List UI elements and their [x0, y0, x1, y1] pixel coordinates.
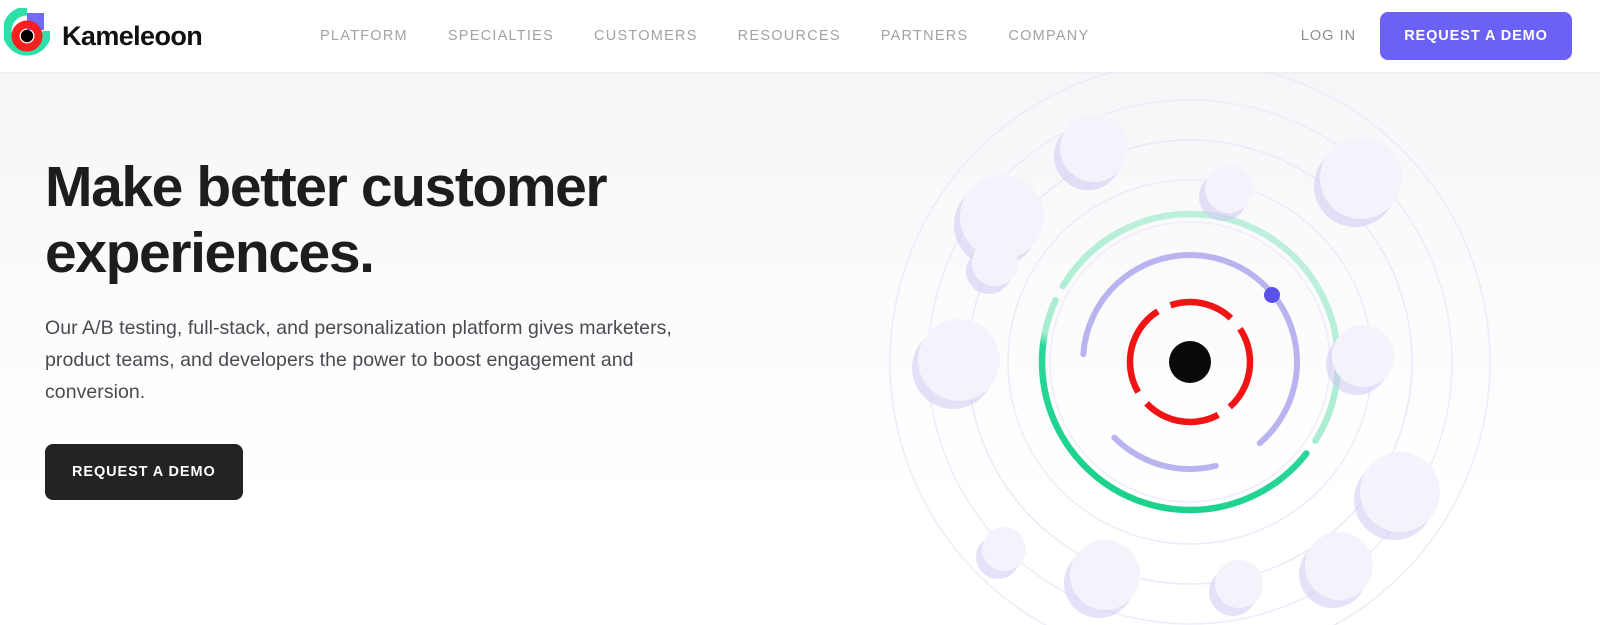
header-actions: LOG IN REQUEST A DEMO EN — [1301, 0, 1600, 72]
avatar-customer-12 — [1305, 532, 1373, 600]
avatar-face-icon — [918, 319, 1000, 401]
accent-dot — [1264, 287, 1280, 303]
hero-subtitle: Our A/B testing, full-stack, and persona… — [45, 317, 672, 403]
nav-item-partners[interactable]: PARTNERS — [861, 0, 989, 72]
avatar-customer-8 — [1360, 452, 1440, 532]
avatar-face-icon — [1305, 532, 1373, 600]
avatar-customer-5 — [972, 240, 1018, 286]
avatar-face-icon — [972, 240, 1018, 286]
avatar-customer-10 — [1070, 540, 1140, 610]
center-dot — [1169, 341, 1211, 383]
kameleoon-target-logo-icon — [4, 8, 50, 56]
avatar-customer-1 — [1060, 114, 1128, 182]
request-demo-button-hero[interactable]: REQUEST A DEMO — [45, 444, 243, 500]
avatar-customer-7 — [918, 319, 1000, 401]
avatar-customer-11 — [1215, 560, 1263, 608]
avatar-face-icon — [1205, 165, 1253, 213]
brand-logo-link[interactable]: Kameleoon — [4, 8, 203, 64]
nav-item-company[interactable]: COMPANY — [988, 0, 1109, 72]
avatar-face-icon — [1360, 452, 1440, 532]
brand-name: Kameleoon — [62, 20, 203, 51]
nav-item-customers[interactable]: CUSTOMERS — [574, 0, 718, 72]
avatar-face-icon — [1060, 114, 1128, 182]
request-demo-button-header[interactable]: REQUEST A DEMO — [1380, 12, 1572, 60]
avatar-face-icon — [1215, 560, 1263, 608]
avatar-face-icon — [1332, 325, 1394, 387]
avatar-face-icon — [1320, 137, 1402, 219]
hero-copy: Make better customer experiences. Our A/… — [45, 154, 745, 500]
login-link[interactable]: LOG IN — [1301, 28, 1356, 44]
avatar-customer-6 — [1332, 325, 1394, 387]
customer-rings-illustration — [860, 72, 1520, 625]
primary-navigation: PLATFORM SPECIALTIES CUSTOMERS RESOURCES… — [300, 0, 1109, 72]
hero-title: Make better customer experiences. — [45, 155, 608, 285]
avatar-customer-3 — [1205, 165, 1253, 213]
avatar-customer-9 — [982, 527, 1026, 571]
site-header: Kameleoon PLATFORM SPECIALTIES CUSTOMERS… — [0, 0, 1600, 72]
nav-item-platform[interactable]: PLATFORM — [300, 0, 428, 72]
page-root: Kameleoon PLATFORM SPECIALTIES CUSTOMERS… — [0, 0, 1600, 625]
avatar-customer-4 — [1320, 137, 1402, 219]
avatar-face-icon — [1070, 540, 1140, 610]
avatar-face-icon — [982, 527, 1026, 571]
nav-item-resources[interactable]: RESOURCES — [718, 0, 861, 72]
nav-item-specialties[interactable]: SPECIALTIES — [428, 0, 574, 72]
hero-section: Make better customer experiences. Our A/… — [0, 72, 1600, 625]
